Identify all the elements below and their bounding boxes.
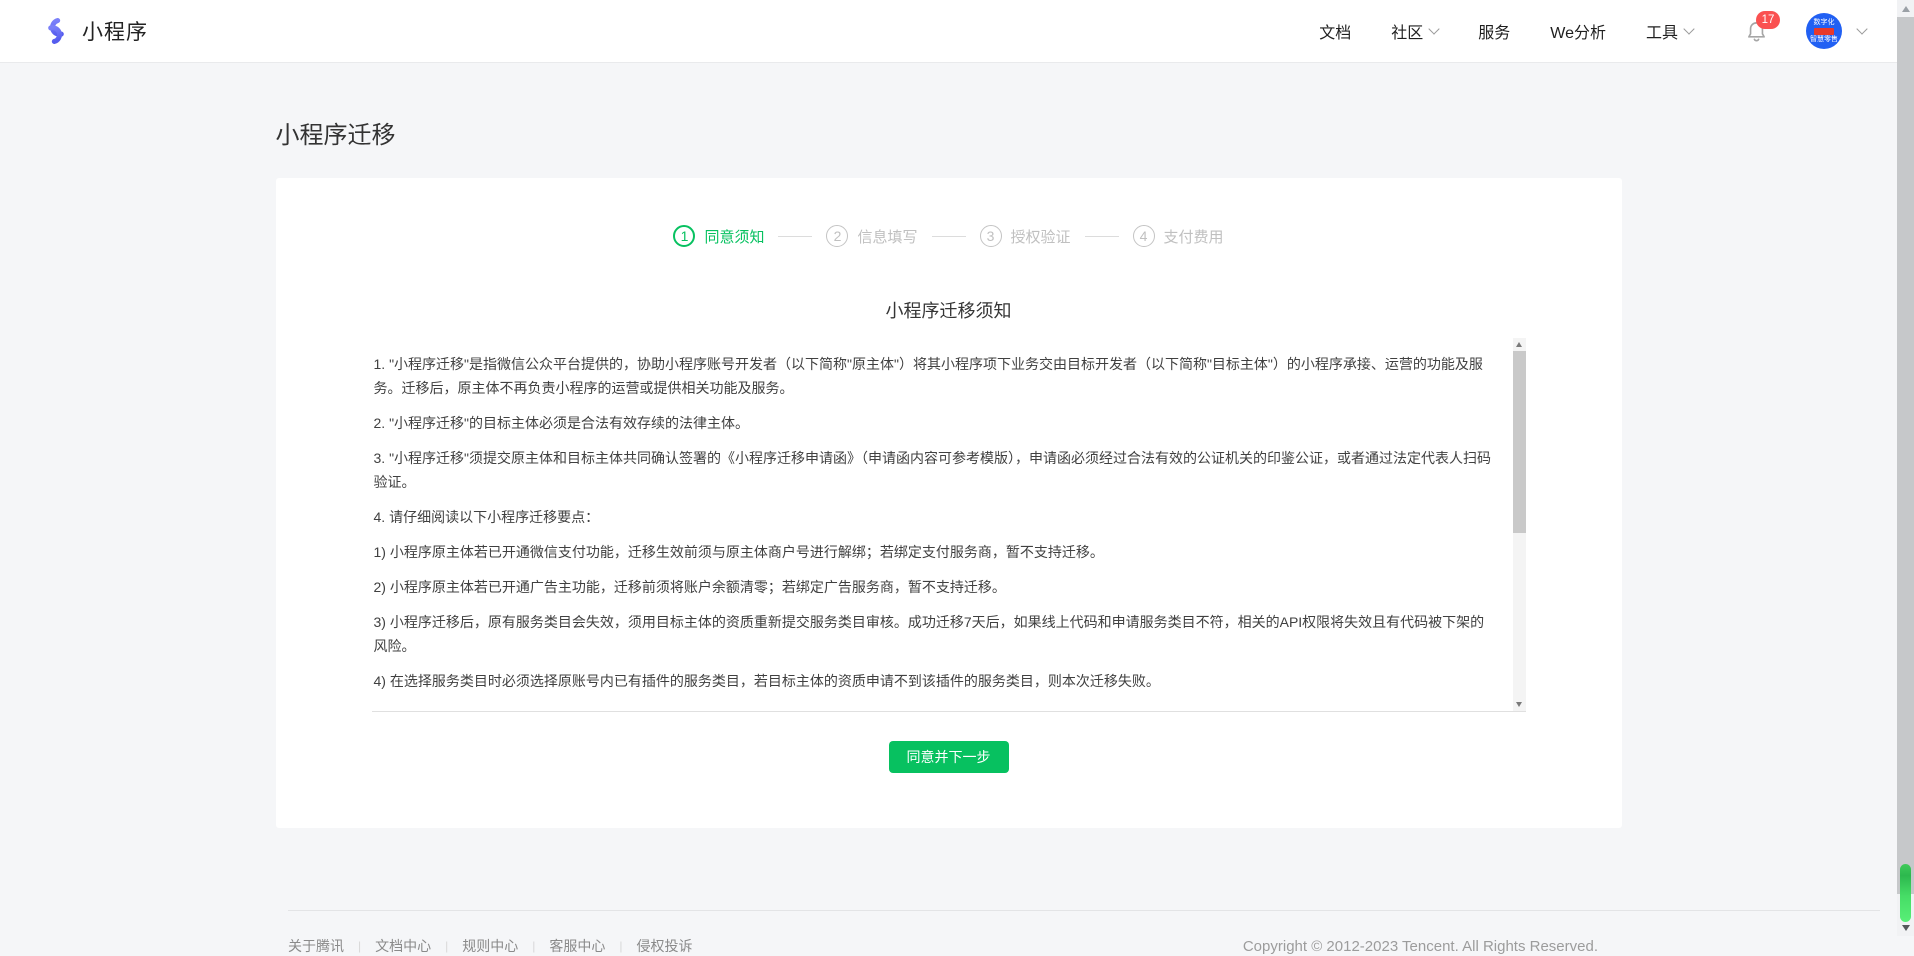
terms-scrollbar[interactable] (1513, 338, 1526, 711)
terms-paragraph: 2. "小程序迁移"的目标主体必须是合法有效存续的法律主体。 (374, 411, 1495, 435)
terms-paragraph: 2) 小程序原主体若已开通广告主功能，迁移前须将账户余额清零；若绑定广告服务商，… (374, 575, 1495, 599)
migration-card: 1 同意须知 2 信息填写 3 授权验证 4 支付费用 (276, 178, 1622, 828)
step-agree-notice: 1 同意须知 (673, 225, 764, 247)
avatar-red-band (1814, 28, 1834, 35)
agree-next-button[interactable]: 同意并下一步 (889, 741, 1009, 773)
stepper: 1 同意须知 2 信息填写 3 授权验证 4 支付费用 (372, 225, 1526, 247)
terms-paragraph: 1. "小程序迁移"是指微信公众平台提供的，协助小程序账号开发者（以下简称"原主… (374, 352, 1495, 400)
page-footer: 关于腾讯 | 文档中心 | 规则中心 | 客服中心 | 侵权投诉 Copyright ©… (288, 910, 1880, 956)
page-title: 小程序迁移 (276, 79, 1622, 152)
terms-text: 1. "小程序迁移"是指微信公众平台提供的，协助小程序账号开发者（以下简称"原主… (372, 338, 1513, 693)
footer-link-about-tencent[interactable]: 关于腾讯 (288, 936, 344, 956)
nav-item-services[interactable]: 服务 (1478, 19, 1510, 43)
main-area: 小程序迁移 1 同意须知 2 信息填写 3 授权验证 (0, 79, 1897, 956)
step-label: 同意须知 (704, 226, 764, 247)
footer-link-infringement[interactable]: 侵权投诉 (637, 936, 693, 956)
nav-item-weanalytics[interactable]: We分析 (1550, 19, 1606, 43)
scroll-down-arrow-icon[interactable] (1516, 702, 1522, 707)
step-connector (778, 236, 812, 237)
footer-link-support-center[interactable]: 客服中心 (549, 936, 605, 956)
step-number: 4 (1133, 225, 1155, 247)
footer-link-rules-center[interactable]: 规则中心 (462, 936, 518, 956)
terms-paragraph: 3. "小程序迁移"须提交原主体和目标主体共同确认签署的《小程序迁移申请函》（申… (374, 446, 1495, 494)
green-scroll-marker[interactable] (1900, 864, 1911, 922)
chevron-down-icon (1429, 23, 1440, 34)
terms-scroll-area[interactable]: 1. "小程序迁移"是指微信公众平台提供的，协助小程序账号开发者（以下简称"原主… (372, 338, 1526, 712)
copyright-text: Copyright © 2012-2023 Tencent. All Right… (1243, 938, 1598, 955)
footer-separator: | (619, 939, 622, 953)
terms-paragraph: 4) 在选择服务类目时必须选择原账号内已有插件的服务类目，若目标主体的资质申请不… (374, 669, 1495, 693)
user-avatar[interactable]: 数字化 智慧零售 (1806, 13, 1842, 49)
notification-bell[interactable]: 17 (1745, 19, 1768, 44)
account-menu-chevron-icon[interactable] (1856, 23, 1867, 34)
terms-paragraph: 4. 请仔细阅读以下小程序迁移要点： (374, 505, 1495, 529)
step-fill-info: 2 信息填写 (826, 225, 917, 247)
step-auth-verify: 3 授权验证 (980, 225, 1071, 247)
footer-separator: | (445, 939, 448, 953)
footer-separator: | (358, 939, 361, 953)
scroll-up-arrow-icon[interactable] (1902, 6, 1910, 12)
step-connector (932, 236, 966, 237)
step-number: 3 (980, 225, 1002, 247)
page-scrollbar[interactable] (1897, 0, 1914, 936)
brand-logo[interactable]: 小程序 (40, 15, 148, 47)
page-scrollbar-thumb[interactable] (1897, 17, 1914, 894)
main-nav: 文档 社区 服务 We分析 工具 (1319, 19, 1693, 43)
avatar-text-top: 数字化 (1814, 19, 1835, 27)
chevron-down-icon (1683, 23, 1694, 34)
step-number: 1 (673, 225, 695, 247)
scroll-down-arrow-icon[interactable] (1902, 925, 1910, 931)
terms-paragraph: 1) 小程序原主体若已开通微信支付功能，迁移生效前须与原主体商户号进行解绑；若绑… (374, 540, 1495, 564)
step-label: 支付费用 (1164, 226, 1224, 247)
avatar-text-bottom: 智慧零售 (1810, 36, 1838, 44)
notification-badge: 17 (1756, 11, 1780, 29)
footer-link-doc-center[interactable]: 文档中心 (375, 936, 431, 956)
brand-title: 小程序 (82, 16, 148, 46)
footer-links: 关于腾讯 | 文档中心 | 规则中心 | 客服中心 | 侵权投诉 (288, 936, 693, 956)
step-payment: 4 支付费用 (1133, 225, 1224, 247)
nav-item-community[interactable]: 社区 (1391, 19, 1438, 43)
step-connector (1085, 236, 1119, 237)
scrollbar-thumb[interactable] (1513, 351, 1526, 533)
footer-separator: | (532, 939, 535, 953)
step-number: 2 (826, 225, 848, 247)
scroll-up-arrow-icon[interactable] (1516, 342, 1522, 347)
nav-item-tools[interactable]: 工具 (1646, 19, 1693, 43)
miniprogram-logo-icon (40, 15, 72, 47)
notice-title: 小程序迁移须知 (372, 299, 1526, 324)
nav-item-docs[interactable]: 文档 (1319, 19, 1351, 43)
step-label: 授权验证 (1011, 226, 1071, 247)
terms-paragraph: 3) 小程序迁移后，原有服务类目会失效，须用目标主体的资质重新提交服务类目审核。… (374, 610, 1495, 658)
step-label: 信息填写 (857, 226, 917, 247)
top-navbar: 小程序 文档 社区 服务 We分析 工具 17 数字化 智慧零售 (0, 0, 1914, 63)
